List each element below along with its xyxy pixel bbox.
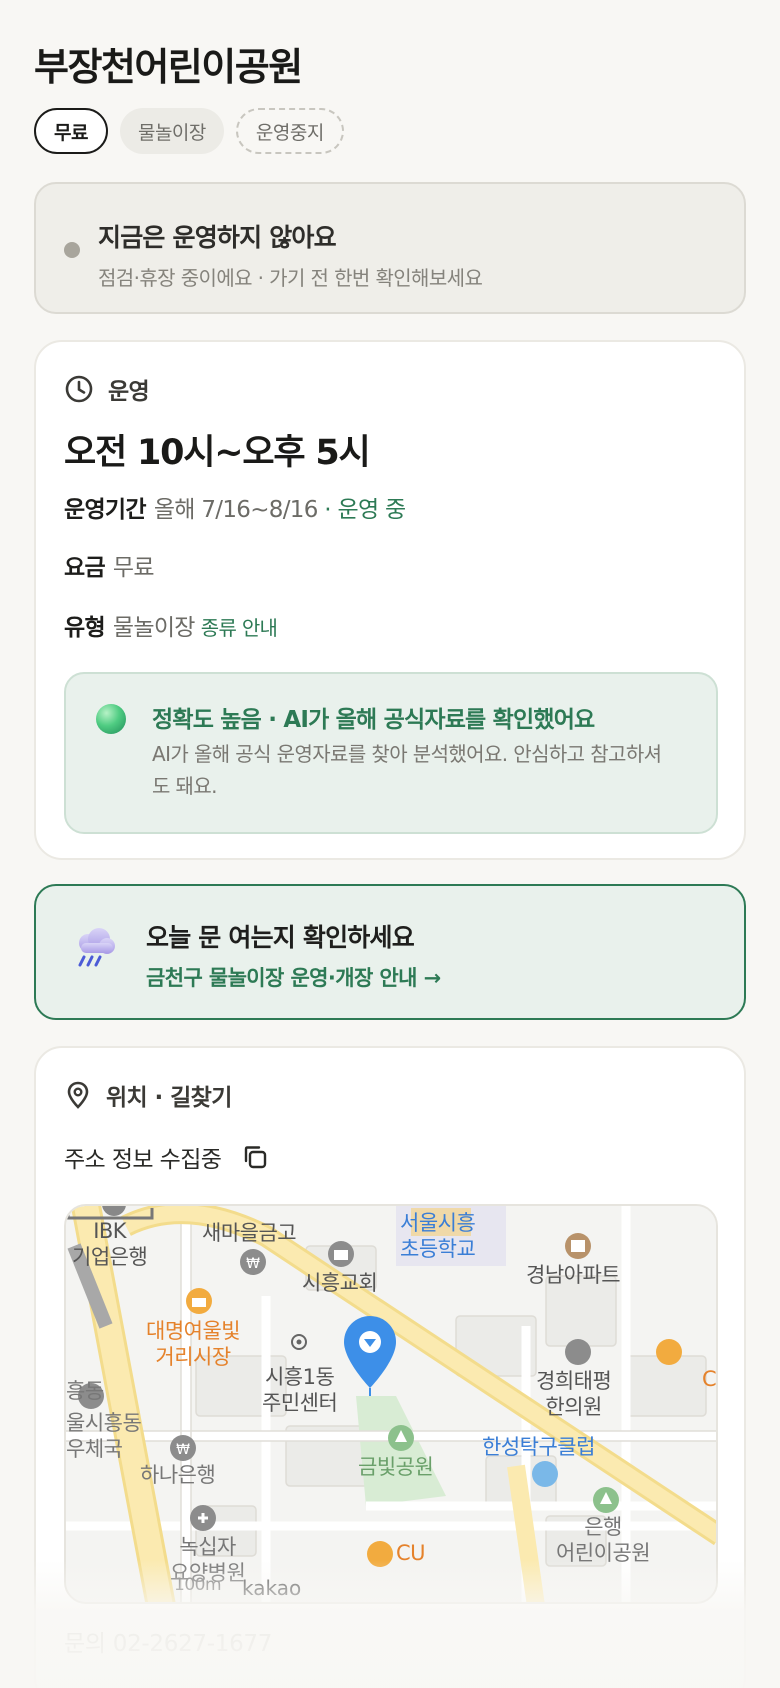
map-attribution: kakao — [242, 1576, 302, 1600]
fee-label: 요금 — [64, 555, 106, 581]
address-row: 주소 정보 수집중 — [64, 1140, 269, 1174]
map-label-table-tennis: 한성탁구클럽 — [482, 1435, 595, 1459]
ai-accuracy-box: 정확도 높음 · AI가 올해 공식자료를 확인했어요 AI가 올해 공식 운영… — [64, 672, 718, 834]
chip-status[interactable]: 운영중지 — [235, 108, 344, 154]
ai-orb-icon — [96, 704, 126, 734]
status-dot — [64, 242, 80, 258]
map-label-hana-bank: 하나은행 — [140, 1463, 216, 1487]
operation-card: 운영 오전 10시~오후 5시 운영기간 올해 7/16~8/16 · 운영 중 … — [34, 340, 746, 860]
page-title: 부장천어린이공원 — [34, 45, 303, 89]
ai-accuracy-title: 정확도 높음 · AI가 올해 공식자료를 확인했어요 — [152, 707, 595, 733]
period-value: 올해 7/16~8/16 — [153, 497, 319, 523]
location-header: 위치 · 길찾기 — [64, 1078, 232, 1112]
notice-title: 오늘 문 여는지 확인하세요 — [146, 923, 415, 952]
location-card: 위치 · 길찾기 주소 정보 수집중 ₩ ₩ IBK 기업은행 새마을금고 서울… — [34, 1046, 746, 1688]
type-guide-link[interactable]: 종류 안내 — [201, 616, 278, 640]
park-detail-page: 부장천어린이공원 무료 물놀이장 운영중지 지금은 운영하지 않아요 점검·휴장… — [0, 0, 780, 1688]
map-label-saemaeul: 새마을금고 — [202, 1221, 297, 1245]
type-row: 유형 물놀이장 종류 안내 — [64, 608, 278, 642]
map-label-church: 시흥교회 — [302, 1271, 378, 1295]
map-label-cu: CU — [396, 1541, 426, 1565]
address-text: 주소 정보 수집중 — [64, 1147, 222, 1173]
map-label-clinic: 경희태평 한의원 — [536, 1369, 612, 1419]
map-scale-bar — [66, 1208, 154, 1220]
open-check-notice[interactable]: 오늘 문 여는지 확인하세요 금천구 물놀이장 운영·개장 안내 → — [34, 884, 746, 1020]
map-label-school: 서울시흥 초등학교 — [400, 1211, 476, 1261]
tag-chips: 무료 물놀이장 운영중지 — [34, 108, 344, 154]
chip-free[interactable]: 무료 — [34, 108, 108, 154]
operation-guide-link[interactable]: 금천구 물놀이장 운영·개장 안내 → — [146, 962, 441, 992]
location-pin-icon — [67, 1081, 89, 1109]
map-label-park: 금빛공원 — [358, 1455, 434, 1479]
map-label-post-office: 울시흥동 우체국 — [66, 1411, 142, 1461]
status-title: 지금은 운영하지 않아요 — [98, 223, 337, 252]
chip-type[interactable]: 물놀이장 — [119, 108, 224, 154]
type-value: 물놀이장 — [112, 615, 196, 641]
fee-value: 무료 — [112, 555, 155, 581]
map-scale-label: 100m — [174, 1575, 222, 1595]
operating-hours: 오전 10시~오후 5시 — [64, 433, 371, 473]
copy-icon[interactable] — [241, 1143, 269, 1171]
operation-label: 운영 — [108, 379, 150, 405]
period-status: · 운영 중 — [324, 497, 406, 523]
ai-accuracy-body: AI가 올해 공식 운영자료를 찾아 분석했어요. 안심하고 참고하셔도 돼요. — [152, 742, 662, 798]
type-label: 유형 — [64, 615, 106, 641]
map-label-community-center: 시흥1동 주민센터 — [262, 1365, 338, 1415]
contact-phone[interactable]: 문의 02-2627-1677 — [64, 1624, 272, 1658]
period-row: 운영기간 올해 7/16~8/16 · 운영 중 — [64, 490, 406, 524]
map-label-cu-edge: C — [702, 1367, 717, 1391]
period-label: 운영기간 — [64, 497, 147, 523]
fee-row: 요금 무료 — [64, 548, 155, 582]
svg-text:₩: ₩ — [246, 1256, 260, 1272]
status-subtitle: 점검·휴장 중이에요 · 가기 전 한번 확인해보세요 — [98, 266, 483, 290]
map-label-post-office-partial: 흥동 — [66, 1379, 104, 1403]
map-label-market: 대명여울빛 거리시장 — [146, 1319, 241, 1369]
clock-icon — [65, 375, 93, 403]
location-map[interactable]: ₩ ₩ IBK 기업은행 새마을금고 서울시흥 초등학교 시흥교회 경남아파트 … — [64, 1204, 718, 1604]
status-card: 지금은 운영하지 않아요 점검·휴장 중이에요 · 가기 전 한번 확인해보세요 — [34, 182, 746, 314]
operation-header: 운영 — [64, 372, 150, 406]
svg-text:₩: ₩ — [176, 1442, 190, 1458]
map-label-ibk: IBK 기업은행 — [72, 1219, 148, 1269]
rain-cloud-icon — [78, 928, 115, 967]
map-label-apartment: 경남아파트 — [526, 1263, 621, 1287]
location-label: 위치 · 길찾기 — [106, 1085, 232, 1111]
map-label-kids-park: 은행 어린이공원 — [556, 1515, 651, 1565]
